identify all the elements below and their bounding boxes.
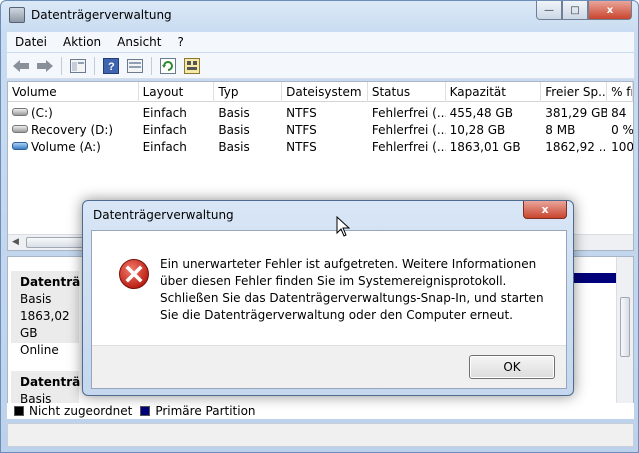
dialog-title: Datenträgerverwaltung <box>93 208 234 222</box>
layout-cell: Einfach <box>142 106 187 120</box>
dialog-body: Ein unerwarteter Fehler ist aufgetreten.… <box>91 230 567 389</box>
free-space-cell: 1862,92 ... <box>545 140 608 154</box>
volume-name: Volume (A:) <box>31 140 101 154</box>
percent-free-cell: 84 <box>611 106 627 120</box>
disk-0-info[interactable]: Datenträ Basis 1863,02 GB Online <box>11 271 81 357</box>
volume-name: Recovery (D:) <box>31 123 114 137</box>
layout-cell: Einfach <box>142 140 187 154</box>
percent-free-cell: 100 <box>611 140 633 154</box>
column-header-typ[interactable]: Typ <box>214 82 283 102</box>
layout-cell: Einfach <box>142 123 187 137</box>
column-header-freier-speicher[interactable]: Freier Sp... <box>541 82 608 102</box>
column-header-layout[interactable]: Layout <box>139 82 215 102</box>
free-space-cell: 8 MB <box>545 123 576 137</box>
settings-icon[interactable] <box>181 55 203 77</box>
filesystem-cell: NTFS <box>286 106 317 120</box>
typ-cell: Basis <box>218 140 250 154</box>
drive-icon <box>12 108 28 116</box>
status-cell: Fehlerfrei (... <box>371 123 446 137</box>
percent-free-cell: 0 % <box>611 123 633 137</box>
properties-icon[interactable] <box>67 55 89 77</box>
maximize-button[interactable]: □ <box>562 1 588 20</box>
window-title: Datenträgerverwaltung <box>31 8 172 22</box>
error-message: Ein unerwarteter Fehler ist aufgetreten.… <box>160 257 544 322</box>
capacity-cell: 10,28 GB <box>449 123 506 137</box>
scrollbar-thumb[interactable] <box>620 297 630 357</box>
volume-list-header: Volume Layout Typ Dateisystem Status Kap… <box>8 82 633 102</box>
dialog-footer: OK <box>92 345 566 388</box>
disk-size: 1863,02 GB <box>20 309 70 340</box>
primary-partition-bar[interactable] <box>574 273 616 283</box>
table-row[interactable]: Volume (A:) Einfach Basis NTFS Fehlerfre… <box>8 138 633 155</box>
disk-name: Datenträ <box>20 275 81 289</box>
caption-buttons: — □ x <box>536 1 632 20</box>
menu-aktion[interactable]: Aktion <box>55 35 109 49</box>
typ-cell: Basis <box>218 123 250 137</box>
menu-ansicht[interactable]: Ansicht <box>109 35 169 49</box>
disk-1-info[interactable]: Datenträ Basis <box>11 371 81 406</box>
legend-label: Primäre Partition <box>155 404 256 418</box>
status-bar <box>7 423 634 447</box>
toolbar-separator <box>94 56 95 75</box>
status-cell: Fehlerfrei (... <box>371 140 446 154</box>
forward-arrow-icon[interactable] <box>34 55 56 77</box>
typ-cell: Basis <box>218 106 250 120</box>
volume-name: (C:) <box>31 106 53 120</box>
refresh-icon[interactable] <box>157 55 179 77</box>
free-space-cell: 381,29 GB <box>545 106 608 120</box>
svg-text:?: ? <box>108 61 115 73</box>
legend-swatch-unallocated <box>14 406 24 416</box>
drive-icon <box>12 142 28 150</box>
toolbar-separator <box>151 56 152 75</box>
mouse-pointer-icon <box>336 216 350 237</box>
legend: Nicht zugeordnet Primäre Partition <box>7 403 634 419</box>
disk-name: Datenträ <box>20 375 81 389</box>
disk-state: Online <box>20 343 59 357</box>
column-header-volume[interactable]: Volume <box>8 82 139 102</box>
table-row[interactable]: (C:) Einfach Basis NTFS Fehlerfrei (... … <box>8 104 633 121</box>
filesystem-cell: NTFS <box>286 123 317 137</box>
volume-cell: Recovery (D:) <box>8 121 139 138</box>
column-header-kapazitaet[interactable]: Kapazität <box>446 82 542 102</box>
help-icon[interactable]: ? <box>100 55 122 77</box>
disk-type: Basis <box>20 292 52 306</box>
volume-cell: (C:) <box>8 104 139 121</box>
menu-help[interactable]: ? <box>169 35 191 49</box>
legend-swatch-primary <box>140 406 151 416</box>
filesystem-cell: NTFS <box>286 140 317 154</box>
drive-icon <box>12 125 28 133</box>
table-row[interactable]: Recovery (D:) Einfach Basis NTFS Fehlerf… <box>8 121 633 138</box>
column-header-status[interactable]: Status <box>368 82 446 102</box>
status-cell: Fehlerfrei (... <box>371 106 446 120</box>
capacity-cell: 1863,01 GB <box>449 140 521 154</box>
volume-cell: Volume (A:) <box>8 138 139 155</box>
legend-label: Nicht zugeordnet <box>29 404 133 418</box>
menu-bar: Datei Aktion Ansicht ? <box>7 32 634 52</box>
view-icon[interactable] <box>124 55 146 77</box>
column-header-dateisystem[interactable]: Dateisystem <box>282 82 368 102</box>
column-header-prozent-frei[interactable]: % fr <box>607 82 633 102</box>
close-button[interactable]: x <box>588 1 632 20</box>
menu-datei[interactable]: Datei <box>7 35 55 49</box>
legend-item: Nicht zugeordnet <box>14 404 132 418</box>
dialog-close-button[interactable]: x <box>523 201 567 219</box>
legend-item: Primäre Partition <box>140 404 256 418</box>
minimize-button[interactable]: — <box>536 1 562 20</box>
scroll-left-arrow-icon[interactable]: ◀ <box>12 237 19 247</box>
disk-management-app-icon <box>9 7 25 23</box>
error-dialog: Datenträgerverwaltung x Ein unerwarteter… <box>82 200 574 396</box>
capacity-cell: 455,48 GB <box>449 106 513 120</box>
error-icon <box>119 259 149 289</box>
vertical-scrollbar[interactable] <box>616 257 633 403</box>
toolbar: ? <box>7 53 634 79</box>
back-arrow-icon[interactable] <box>10 55 32 77</box>
title-bar: Datenträgerverwaltung — □ x <box>1 1 638 31</box>
toolbar-separator <box>61 56 62 75</box>
ok-button[interactable]: OK <box>469 355 555 379</box>
